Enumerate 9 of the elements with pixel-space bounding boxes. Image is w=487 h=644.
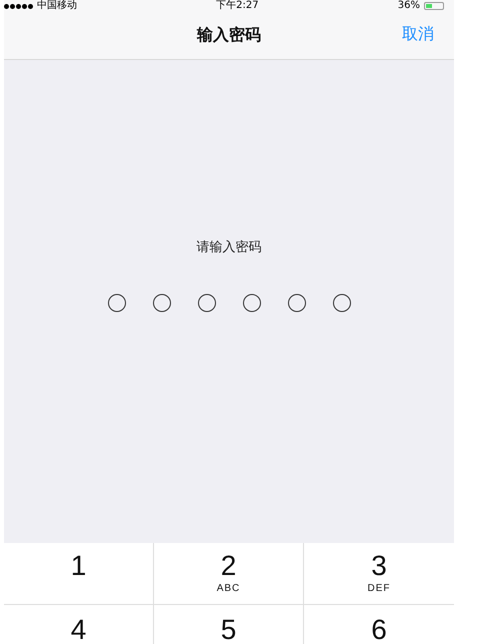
passcode-prompt: 请输入密码 [196, 239, 262, 256]
status-time: 下午2:27 [216, 0, 259, 12]
screen-title: 输入密码 [197, 25, 261, 46]
signal-icon [4, 4, 33, 8]
keypad-key[interactable]: 2 ABC [154, 543, 304, 605]
battery-percent: 36% [398, 0, 420, 12]
carrier-name: 中国移动 [37, 0, 77, 12]
keypad-key[interactable]: 1 [4, 543, 154, 605]
battery-icon [424, 2, 444, 10]
